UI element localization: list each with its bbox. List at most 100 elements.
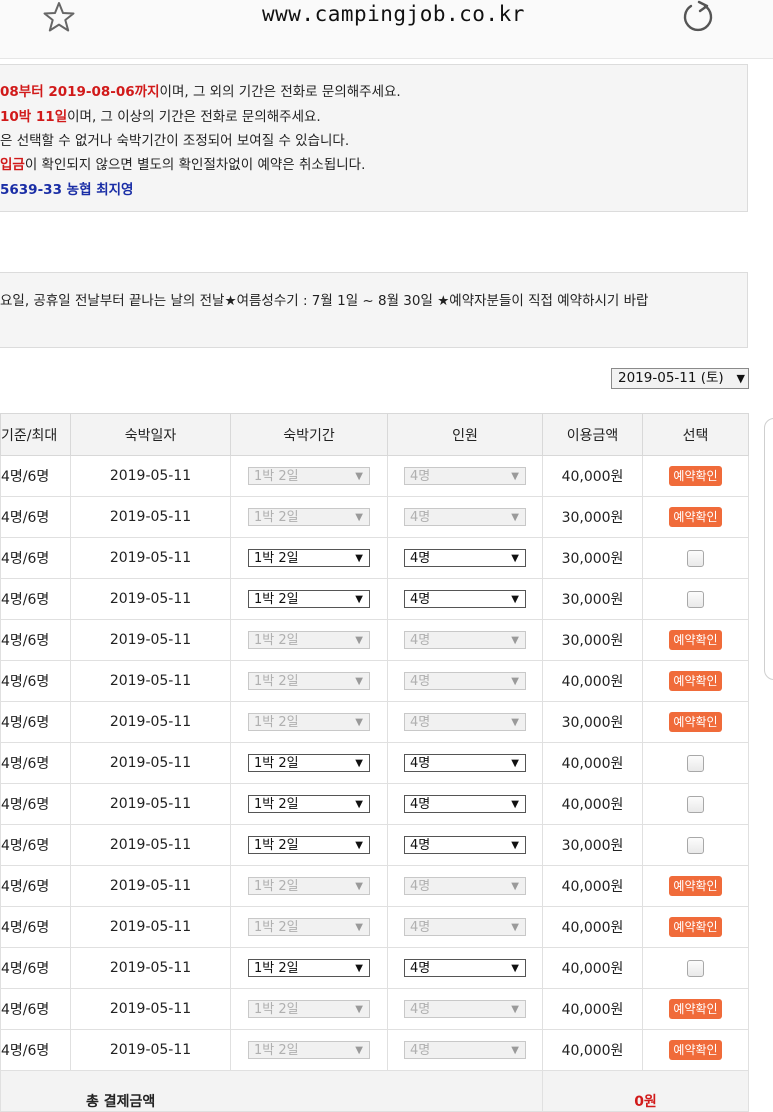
period-select-value: 1박 2일: [254, 469, 299, 484]
dropdown-arrow-icon: ▼: [355, 594, 363, 605]
people-select-value: 4명: [410, 592, 431, 607]
dropdown-arrow-icon: ▼: [511, 758, 519, 769]
dropdown-arrow-icon: ▼: [511, 512, 519, 523]
period-select-value: 1박 2일: [254, 879, 299, 894]
season-info-text: 요일, 공휴일 전날부터 끝나는 날의 전날★여름성수기 : 7월 1일 ~ 8…: [0, 293, 649, 309]
reserved-badge: 예약확인: [669, 466, 722, 486]
select-checkbox[interactable]: [687, 549, 704, 567]
dropdown-arrow-icon: ▼: [511, 635, 519, 646]
dropdown-arrow-icon: ▼: [355, 471, 363, 482]
dropdown-arrow-icon: ▼: [355, 1045, 363, 1056]
select-checkbox[interactable]: [687, 590, 704, 608]
select-checkbox[interactable]: [687, 959, 704, 977]
cell-select: [642, 947, 749, 989]
cell-capacity: 4명/6명: [0, 496, 71, 538]
cell-price: 30,000원: [542, 619, 643, 661]
people-select: 4명 ▼: [404, 1041, 526, 1059]
table-row: 4명/6명 2019-05-11 1박 2일 ▼ 4명 ▼ 40,000원: [0, 742, 749, 784]
reserved-badge: 예약확인: [669, 712, 722, 732]
people-select: 4명 ▼: [404, 508, 526, 526]
cell-price: 40,000원: [542, 660, 643, 702]
period-select-value: 1박 2일: [254, 961, 299, 976]
scroll-handle[interactable]: [764, 418, 773, 680]
period-select[interactable]: 1박 2일 ▼: [248, 836, 370, 854]
dropdown-arrow-icon: ▼: [355, 676, 363, 687]
people-select[interactable]: 4명 ▼: [404, 795, 526, 813]
cell-price: 40,000원: [542, 742, 643, 784]
season-info: 요일, 공휴일 전날부터 끝나는 날의 전날★여름성수기 : 7월 1일 ~ 8…: [0, 272, 748, 348]
table-row: 4명/6명 2019-05-11 1박 2일 ▼ 4명 ▼ 40,000원: [0, 783, 749, 825]
cell-capacity: 4명/6명: [0, 947, 71, 989]
period-select-value: 1박 2일: [254, 551, 299, 566]
people-select: 4명 ▼: [404, 1000, 526, 1018]
people-select-value: 4명: [410, 633, 431, 648]
reserved-badge: 예약확인: [669, 999, 722, 1019]
dropdown-arrow-icon: ▼: [355, 758, 363, 769]
cell-select: 예약확인: [642, 865, 749, 907]
select-checkbox[interactable]: [687, 836, 704, 854]
dropdown-arrow-icon: ▼: [511, 471, 519, 482]
cell-capacity: 4명/6명: [0, 660, 71, 702]
cell-people: 4명 ▼: [387, 496, 543, 538]
table-row: 4명/6명 2019-05-11 1박 2일 ▼ 4명 ▼ 30,000원 예약확인: [0, 619, 749, 661]
people-select[interactable]: 4명 ▼: [404, 549, 526, 567]
date-select[interactable]: 2019-05-11 (토) ▼: [611, 368, 749, 389]
cell-price: 30,000원: [542, 824, 643, 866]
period-select[interactable]: 1박 2일 ▼: [248, 959, 370, 977]
table-row: 4명/6명 2019-05-11 1박 2일 ▼ 4명 ▼ 40,000원: [0, 947, 749, 989]
select-checkbox[interactable]: [687, 795, 704, 813]
people-select[interactable]: 4명 ▼: [404, 754, 526, 772]
address-bar-url[interactable]: www.campingjob.co.kr: [262, 2, 525, 26]
cell-capacity: 4명/6명: [0, 619, 71, 661]
people-select-value: 4명: [410, 1043, 431, 1058]
people-select[interactable]: 4명 ▼: [404, 959, 526, 977]
period-select: 1박 2일 ▼: [248, 672, 370, 690]
dropdown-arrow-icon: ▼: [355, 799, 363, 810]
people-select-value: 4명: [410, 551, 431, 566]
header-people: 인원: [387, 413, 543, 456]
cell-select: [642, 578, 749, 620]
cell-date: 2019-05-11: [70, 988, 231, 1030]
period-select[interactable]: 1박 2일 ▼: [248, 590, 370, 608]
cell-price: 40,000원: [542, 947, 643, 989]
period-select[interactable]: 1박 2일 ▼: [248, 549, 370, 567]
cell-select: 예약확인: [642, 455, 749, 497]
total-row: 총 결제금액 0원: [0, 1070, 749, 1112]
reserved-badge: 예약확인: [669, 507, 722, 527]
cell-period: 1박 2일 ▼: [230, 742, 388, 784]
cell-price: 40,000원: [542, 865, 643, 907]
cell-price: 40,000원: [542, 1029, 643, 1071]
cell-capacity: 4명/6명: [0, 537, 71, 579]
cell-price: 30,000원: [542, 578, 643, 620]
reload-icon[interactable]: [681, 0, 715, 34]
cell-people: 4명 ▼: [387, 701, 543, 743]
star-icon[interactable]: [42, 0, 76, 34]
select-checkbox[interactable]: [687, 754, 704, 772]
people-select: 4명 ▼: [404, 877, 526, 895]
cell-capacity: 4명/6명: [0, 824, 71, 866]
table-row: 4명/6명 2019-05-11 1박 2일 ▼ 4명 ▼ 40,000원 예약확인: [0, 455, 749, 497]
cell-price: 40,000원: [542, 906, 643, 948]
cell-date: 2019-05-11: [70, 455, 231, 497]
dropdown-arrow-icon: ▼: [355, 512, 363, 523]
cell-capacity: 4명/6명: [0, 1029, 71, 1071]
people-select[interactable]: 4명 ▼: [404, 836, 526, 854]
cell-capacity: 4명/6명: [0, 865, 71, 907]
reserved-badge: 예약확인: [669, 917, 722, 937]
people-select[interactable]: 4명 ▼: [404, 590, 526, 608]
cell-select: 예약확인: [642, 701, 749, 743]
cell-people: 4명 ▼: [387, 1029, 543, 1071]
cell-price: 40,000원: [542, 988, 643, 1030]
table-row: 4명/6명 2019-05-11 1박 2일 ▼ 4명 ▼ 40,000원 예약확인: [0, 660, 749, 702]
date-select-value: 2019-05-11 (토): [618, 370, 724, 386]
cell-select: 예약확인: [642, 496, 749, 538]
cell-capacity: 4명/6명: [0, 701, 71, 743]
people-select: 4명 ▼: [404, 631, 526, 649]
period-select[interactable]: 1박 2일 ▼: [248, 795, 370, 813]
period-select-value: 1박 2일: [254, 1043, 299, 1058]
reserved-badge: 예약확인: [669, 630, 722, 650]
header-date: 숙박일자: [70, 413, 231, 456]
dropdown-arrow-icon: ▼: [511, 799, 519, 810]
cell-people: 4명 ▼: [387, 742, 543, 784]
period-select[interactable]: 1박 2일 ▼: [248, 754, 370, 772]
